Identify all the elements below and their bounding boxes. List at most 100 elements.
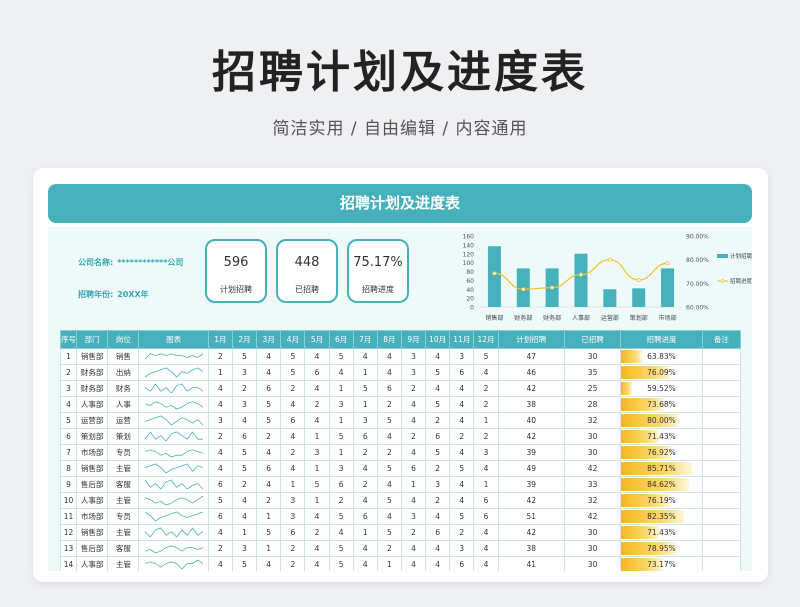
- progress-cell[interactable]: 76.92%: [620, 444, 703, 461]
- month-cell[interactable]: 4: [352, 540, 378, 557]
- month-cell[interactable]: 4: [207, 444, 233, 461]
- month-cell[interactable]: 3: [473, 444, 499, 461]
- planned-cell[interactable]: 39: [497, 476, 565, 493]
- row-number-cell[interactable]: 4: [59, 396, 78, 413]
- month-cell[interactable]: 5: [449, 460, 475, 477]
- department-cell[interactable]: 人事部: [76, 556, 109, 571]
- month-cell[interactable]: 4: [400, 492, 427, 509]
- month-cell[interactable]: 6: [473, 508, 499, 525]
- month-cell[interactable]: 4: [328, 524, 354, 541]
- month-cell[interactable]: 5: [280, 348, 306, 365]
- month-cell[interactable]: 3: [352, 412, 378, 429]
- month-cell[interactable]: 6: [425, 428, 451, 445]
- table-row[interactable]: 11 市场部 专员 6 4 1 3 4 5 6 4 3 4 5 6 51 42 82.35%: [59, 508, 742, 525]
- month-cell[interactable]: 3: [304, 444, 330, 461]
- month-cell[interactable]: 4: [425, 380, 451, 397]
- month-cell[interactable]: 5: [256, 524, 282, 541]
- position-cell[interactable]: 财务: [107, 380, 140, 397]
- month-cell[interactable]: 5: [207, 492, 233, 509]
- row-number-cell[interactable]: 9: [59, 476, 78, 493]
- hired-cell[interactable]: 32: [563, 492, 622, 509]
- month-cell[interactable]: 4: [304, 348, 330, 365]
- note-cell[interactable]: [701, 460, 742, 477]
- column-header[interactable]: 部门: [76, 330, 109, 349]
- month-cell[interactable]: 1: [304, 428, 330, 445]
- month-cell[interactable]: 4: [304, 556, 330, 571]
- table-row[interactable]: 10 人事部 主管 5 4 2 3 1 2 4 5 4 2 4 6 42 32 76.19%: [59, 492, 742, 509]
- month-cell[interactable]: 2: [473, 428, 499, 445]
- month-cell[interactable]: 6: [328, 476, 354, 493]
- department-cell[interactable]: 人事部: [76, 396, 109, 413]
- month-cell[interactable]: 4: [425, 556, 451, 571]
- column-header[interactable]: 11月: [449, 330, 475, 349]
- month-cell[interactable]: 2: [425, 412, 451, 429]
- row-number-cell[interactable]: 12: [59, 524, 78, 541]
- month-cell[interactable]: 6: [352, 508, 378, 525]
- month-cell[interactable]: 5: [425, 396, 451, 413]
- row-number-cell[interactable]: 8: [59, 460, 78, 477]
- month-cell[interactable]: 4: [376, 348, 402, 365]
- planned-cell[interactable]: 42: [497, 524, 565, 541]
- month-cell[interactable]: 6: [352, 428, 378, 445]
- note-cell[interactable]: [701, 508, 742, 525]
- month-cell[interactable]: 4: [304, 540, 330, 557]
- progress-cell[interactable]: 76.09%: [620, 364, 703, 381]
- month-cell[interactable]: 1: [352, 396, 378, 413]
- month-cell[interactable]: 5: [280, 364, 306, 381]
- planned-cell[interactable]: 40: [497, 412, 565, 429]
- position-cell[interactable]: 主管: [107, 524, 140, 541]
- month-cell[interactable]: 3: [400, 348, 427, 365]
- month-cell[interactable]: 4: [473, 364, 499, 381]
- month-cell[interactable]: 2: [280, 540, 306, 557]
- month-cell[interactable]: 3: [449, 540, 475, 557]
- position-cell[interactable]: 客服: [107, 476, 140, 493]
- month-cell[interactable]: 4: [352, 348, 378, 365]
- month-cell[interactable]: 5: [231, 348, 258, 365]
- month-cell[interactable]: 4: [207, 380, 233, 397]
- department-cell[interactable]: 销售部: [76, 460, 109, 477]
- planned-cell[interactable]: 51: [497, 508, 565, 525]
- month-cell[interactable]: 6: [256, 460, 282, 477]
- progress-cell[interactable]: 71.43%: [620, 524, 703, 541]
- month-cell[interactable]: 4: [425, 540, 451, 557]
- table-row[interactable]: 2 财务部 出纳 1 3 4 5 6 4 1 4 3 5 6 4 46 35 76.09%: [59, 364, 742, 381]
- row-number-cell[interactable]: 14: [59, 556, 78, 571]
- month-cell[interactable]: 4: [473, 556, 499, 571]
- month-cell[interactable]: 6: [280, 412, 306, 429]
- note-cell[interactable]: [701, 412, 742, 429]
- hired-cell[interactable]: 30: [563, 556, 622, 571]
- progress-cell[interactable]: 73.17%: [620, 556, 703, 571]
- department-cell[interactable]: 财务部: [76, 364, 109, 381]
- column-header[interactable]: 备注: [701, 330, 742, 349]
- month-cell[interactable]: 2: [352, 444, 378, 461]
- month-cell[interactable]: 4: [376, 428, 402, 445]
- month-cell[interactable]: 5: [231, 556, 258, 571]
- month-cell[interactable]: 4: [304, 508, 330, 525]
- month-cell[interactable]: 2: [304, 396, 330, 413]
- month-cell[interactable]: 1: [304, 460, 330, 477]
- month-cell[interactable]: 4: [400, 444, 427, 461]
- progress-cell[interactable]: 73.68%: [620, 396, 703, 413]
- month-cell[interactable]: 4: [376, 364, 402, 381]
- month-cell[interactable]: 3: [231, 540, 258, 557]
- column-header[interactable]: 12月: [473, 330, 499, 349]
- table-row[interactable]: 4 人事部 人事 4 3 5 4 2 3 1 2 4 5 4 2 38 28 73.68%: [59, 396, 742, 413]
- note-cell[interactable]: [701, 364, 742, 381]
- month-cell[interactable]: 4: [280, 460, 306, 477]
- month-cell[interactable]: 4: [207, 460, 233, 477]
- month-cell[interactable]: 4: [449, 476, 475, 493]
- department-cell[interactable]: 财务部: [76, 380, 109, 397]
- department-cell[interactable]: 售后部: [76, 540, 109, 557]
- planned-cell[interactable]: 38: [497, 540, 565, 557]
- department-cell[interactable]: 销售部: [76, 524, 109, 541]
- column-header[interactable]: 4月: [280, 330, 306, 349]
- month-cell[interactable]: 2: [449, 428, 475, 445]
- note-cell[interactable]: [701, 476, 742, 493]
- hired-cell[interactable]: 30: [563, 540, 622, 557]
- row-number-cell[interactable]: 7: [59, 444, 78, 461]
- month-cell[interactable]: 5: [376, 492, 402, 509]
- position-cell[interactable]: 专员: [107, 508, 140, 525]
- month-cell[interactable]: 3: [231, 364, 258, 381]
- progress-cell[interactable]: 78.95%: [620, 540, 703, 557]
- position-cell[interactable]: 主管: [107, 556, 140, 571]
